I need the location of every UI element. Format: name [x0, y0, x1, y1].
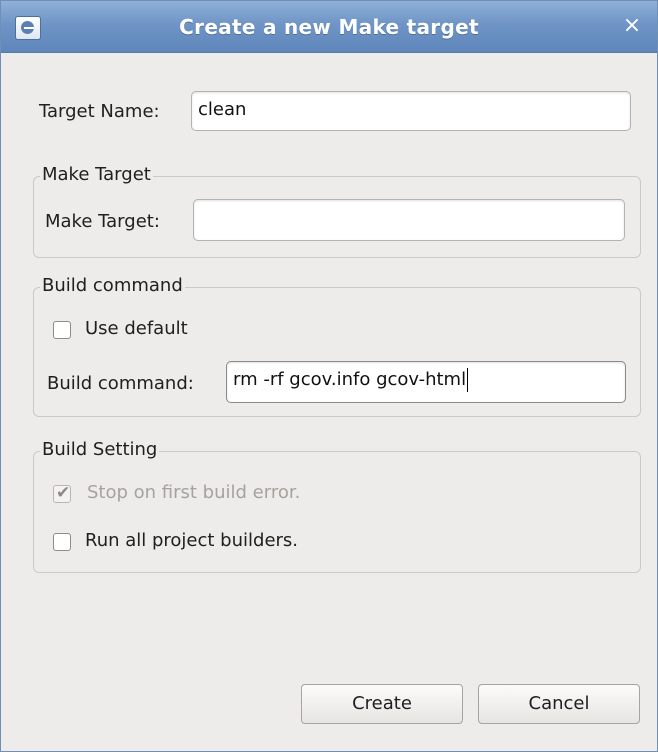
- make-target-dialog: Create a new Make target × Target Name: …: [0, 0, 658, 752]
- build-command-label: Build command:: [47, 373, 194, 394]
- build-setting-group-title: Build Setting: [40, 438, 160, 462]
- close-icon[interactable]: ×: [619, 13, 645, 39]
- build-setting-group: Build Setting: [33, 438, 641, 573]
- make-target-label: Make Target:: [45, 211, 160, 232]
- stop-on-error-checkbox[interactable]: ✔: [53, 483, 71, 503]
- stop-on-error-label: Stop on first build error.: [87, 482, 301, 503]
- make-target-input[interactable]: [193, 199, 625, 241]
- build-command-input[interactable]: rm -rf gcov.info gcov-html: [226, 361, 626, 403]
- make-target-group-title: Make Target: [40, 163, 153, 187]
- dialog-title: Create a new Make target: [179, 15, 479, 39]
- use-default-checkbox[interactable]: [53, 321, 71, 339]
- title-bar[interactable]: Create a new Make target ×: [1, 1, 657, 53]
- use-default-label[interactable]: Use default: [85, 317, 188, 341]
- build-command-value: rm -rf gcov.info gcov-html: [233, 369, 467, 390]
- target-name-label: Target Name:: [39, 101, 160, 122]
- target-name-input[interactable]: clean: [191, 91, 631, 131]
- text-caret: [467, 368, 469, 392]
- create-button[interactable]: Create: [301, 684, 463, 724]
- run-all-builders-checkbox[interactable]: [53, 533, 71, 551]
- run-all-builders-label[interactable]: Run all project builders.: [85, 529, 298, 553]
- checkmark-icon: ✔: [56, 483, 71, 503]
- build-command-group-title: Build command: [40, 274, 185, 298]
- target-name-value: clean: [198, 99, 247, 120]
- cancel-button[interactable]: Cancel: [478, 684, 640, 724]
